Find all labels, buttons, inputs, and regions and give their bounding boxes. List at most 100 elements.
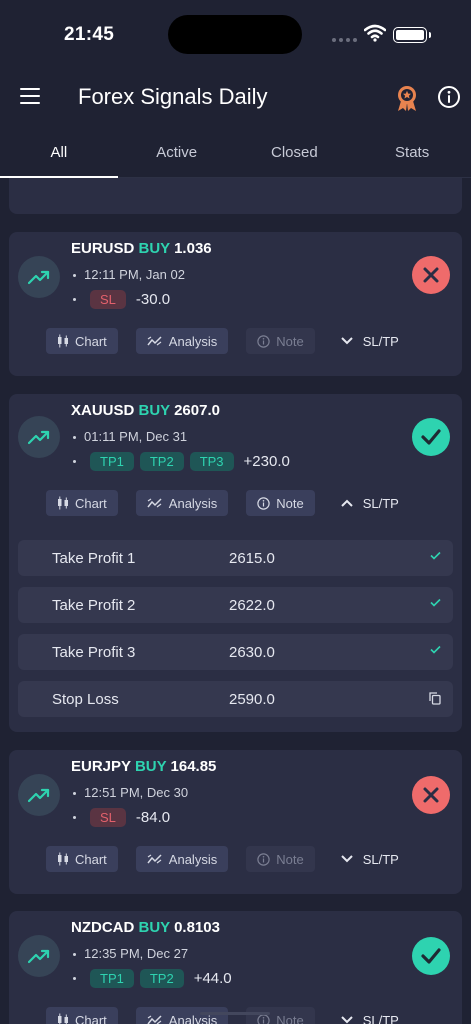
info-icon bbox=[257, 334, 270, 348]
entry-price: 2607.0 bbox=[174, 402, 220, 419]
analysis-button[interactable]: Analysis bbox=[135, 490, 229, 516]
chart-button-label: Chart bbox=[75, 333, 107, 349]
menu-icon[interactable] bbox=[20, 88, 40, 104]
loss-status-icon bbox=[412, 256, 450, 294]
pair-name: EURJPY bbox=[71, 758, 131, 775]
trend-up-icon bbox=[18, 774, 60, 816]
analysis-icon bbox=[147, 336, 162, 346]
win-status-icon bbox=[412, 418, 450, 456]
pair-name: NZDCAD bbox=[71, 919, 135, 936]
status-time: 21:45 bbox=[64, 24, 115, 45]
signal-timestamp: 12:35 PM, Dec 27 bbox=[84, 946, 189, 961]
chevron-down-icon bbox=[340, 1016, 353, 1024]
sltp-toggle[interactable]: SL/TP bbox=[340, 496, 399, 511]
chart-button-label: Chart bbox=[75, 851, 107, 867]
entry-price: 0.8103 bbox=[174, 919, 220, 936]
signal-card[interactable]: EURJPY BUY 164.85 12:51 PM, Dec 30 SL -8… bbox=[9, 750, 462, 894]
signal-card[interactable]: NZDCAD BUY 0.8103 12:35 PM, Dec 27 TP1 T… bbox=[9, 911, 462, 1024]
signal-actions: Chart Analysis Note SL/TP bbox=[46, 328, 399, 354]
tab-stats[interactable]: Stats bbox=[353, 130, 471, 177]
sl-tag: SL bbox=[90, 290, 126, 309]
sltp-label: SL/TP bbox=[362, 851, 399, 867]
wifi-icon bbox=[364, 24, 386, 42]
signal-card[interactable]: XAUUSD BUY 2607.0 01:11 PM, Dec 31 TP1 T… bbox=[9, 394, 462, 732]
tab-all[interactable]: All bbox=[0, 130, 118, 178]
chart-button[interactable]: Chart bbox=[46, 1007, 118, 1024]
dynamic-island bbox=[168, 15, 302, 54]
tp-tag: TP3 bbox=[189, 452, 234, 471]
check-icon bbox=[430, 551, 441, 560]
chart-button[interactable]: Chart bbox=[46, 328, 118, 354]
level-name: Take Profit 2 bbox=[52, 597, 136, 614]
chart-button[interactable]: Chart bbox=[46, 846, 118, 872]
direction-label: BUY bbox=[138, 240, 170, 257]
note-button[interactable]: Note bbox=[246, 328, 315, 354]
signal-result: SL -30.0 bbox=[71, 290, 170, 309]
tp-tag: TP2 bbox=[139, 969, 184, 988]
chart-button[interactable]: Chart bbox=[46, 490, 118, 516]
level-name: Take Profit 3 bbox=[52, 644, 136, 661]
analysis-button[interactable]: Analysis bbox=[135, 846, 229, 872]
signal-headline: EURUSD BUY 1.036 bbox=[71, 240, 212, 257]
analysis-icon bbox=[147, 1015, 162, 1024]
take-profit-3-row: Take Profit 3 2630.0 bbox=[18, 634, 453, 670]
home-indicator[interactable] bbox=[200, 1012, 270, 1015]
pnl-value: +230.0 bbox=[243, 453, 290, 470]
candlestick-icon bbox=[58, 1013, 68, 1024]
chevron-down-icon bbox=[340, 855, 353, 863]
note-button-label: Note bbox=[276, 851, 304, 867]
trend-up-icon bbox=[18, 935, 60, 977]
info-icon[interactable] bbox=[437, 85, 461, 109]
chevron-up-icon bbox=[340, 499, 353, 507]
direction-label: BUY bbox=[138, 919, 170, 936]
info-icon bbox=[257, 496, 270, 510]
signal-timestamp: 12:11 PM, Jan 02 bbox=[84, 267, 185, 282]
note-button[interactable]: Note bbox=[246, 1007, 315, 1024]
signal-list[interactable]: Chart Analysis Note SL/TP EURUSD BUY 1.0… bbox=[0, 178, 471, 1024]
signal-actions: Chart Analysis Note SL/TP bbox=[46, 846, 399, 872]
level-value: 2630.0 bbox=[229, 644, 275, 661]
entry-price: 164.85 bbox=[170, 758, 217, 775]
direction-label: BUY bbox=[138, 402, 170, 419]
signal-time: 12:35 PM, Dec 27 bbox=[71, 946, 188, 961]
chart-button-label: Chart bbox=[75, 495, 107, 511]
analysis-button-label: Analysis bbox=[168, 851, 218, 867]
sl-tag: SL bbox=[90, 808, 126, 827]
tp-tag: TP2 bbox=[139, 452, 184, 471]
copy-icon[interactable] bbox=[429, 692, 441, 705]
signal-result: TP1 TP2 +44.0 bbox=[71, 969, 232, 988]
premium-badge-icon[interactable] bbox=[396, 84, 418, 112]
chart-button-label: Chart bbox=[75, 1012, 107, 1024]
level-value: 2622.0 bbox=[229, 597, 275, 614]
stop-loss-row: Stop Loss 2590.0 bbox=[18, 681, 453, 717]
sltp-toggle[interactable]: SL/TP bbox=[340, 1012, 399, 1024]
signal-result: SL -84.0 bbox=[71, 808, 170, 827]
sltp-label: SL/TP bbox=[362, 1012, 399, 1024]
chevron-down-icon bbox=[340, 337, 353, 345]
signal-result: TP1 TP2 TP3 +230.0 bbox=[71, 452, 290, 471]
check-icon bbox=[430, 598, 441, 607]
sltp-toggle[interactable]: SL/TP bbox=[340, 851, 399, 867]
tp-tag: TP1 bbox=[90, 969, 134, 988]
trend-up-icon bbox=[18, 256, 60, 298]
analysis-button[interactable]: Analysis bbox=[135, 328, 229, 354]
signal-dots-icon bbox=[332, 38, 357, 42]
signal-actions: Chart Analysis Note SL/TP bbox=[46, 1007, 399, 1024]
sltp-toggle[interactable]: SL/TP bbox=[340, 334, 399, 349]
signal-time: 01:11 PM, Dec 31 bbox=[71, 429, 187, 444]
loss-status-icon bbox=[412, 776, 450, 814]
note-button[interactable]: Note bbox=[246, 846, 315, 872]
analysis-button[interactable]: Analysis bbox=[135, 1007, 229, 1024]
note-button[interactable]: Note bbox=[246, 490, 315, 516]
tab-bar: All Active Closed Stats bbox=[0, 130, 471, 178]
analysis-button-label: Analysis bbox=[168, 495, 218, 511]
signal-headline: EURJPY BUY 164.85 bbox=[71, 758, 216, 775]
tp-tag: TP1 bbox=[90, 452, 134, 471]
signal-timestamp: 01:11 PM, Dec 31 bbox=[84, 429, 188, 444]
signal-card[interactable]: EURUSD BUY 1.036 12:11 PM, Jan 02 SL -30… bbox=[9, 232, 462, 376]
tab-closed[interactable]: Closed bbox=[236, 130, 354, 177]
app-bar: Forex Signals Daily bbox=[0, 70, 471, 126]
tab-active[interactable]: Active bbox=[118, 130, 236, 177]
battery-icon bbox=[393, 27, 431, 43]
info-icon bbox=[257, 1013, 270, 1024]
